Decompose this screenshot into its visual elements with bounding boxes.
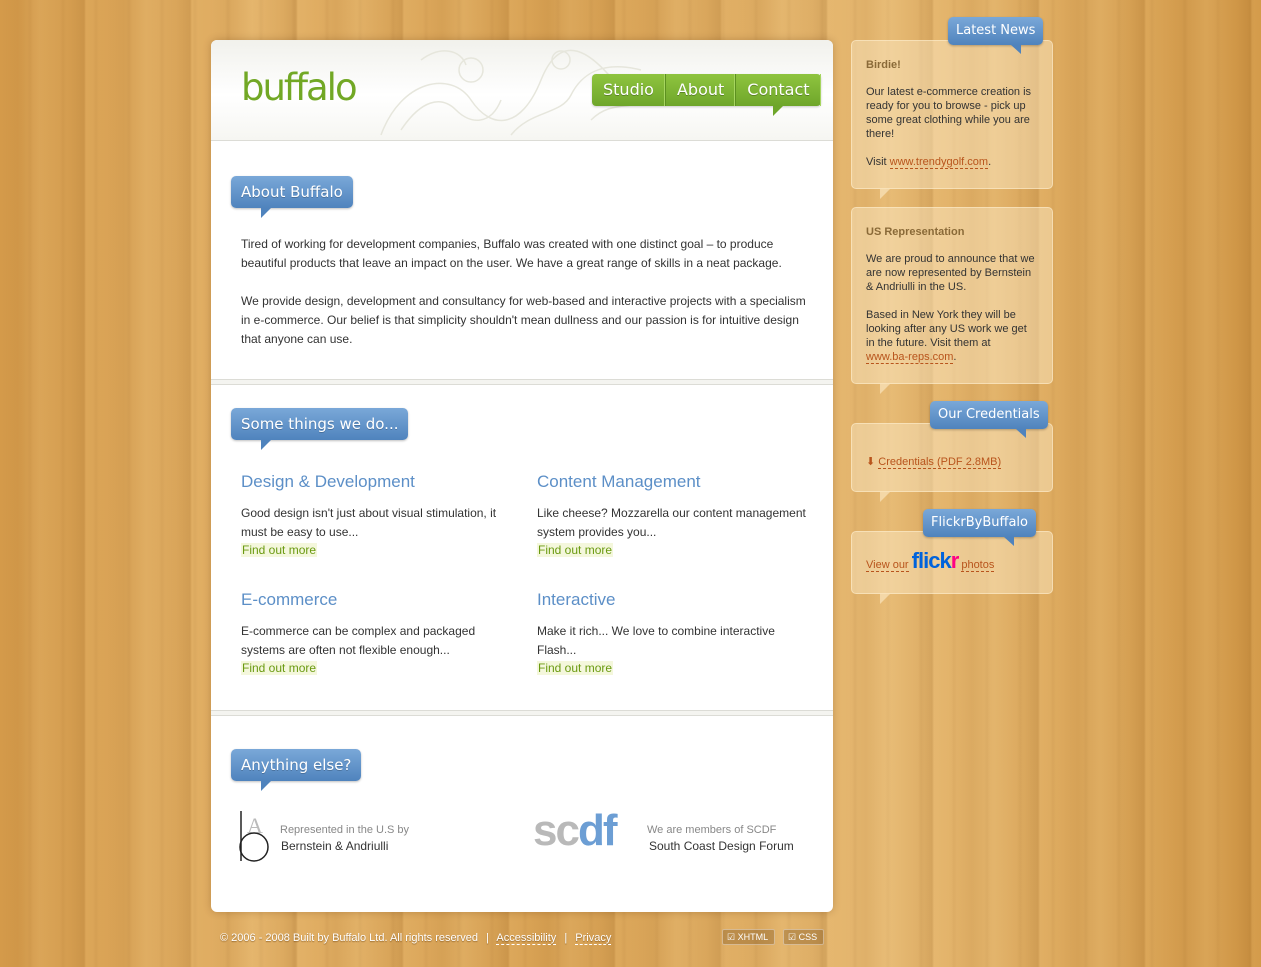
- else-heading-text: Anything else?: [241, 756, 352, 774]
- xhtml-valid-badge[interactable]: ☑ XHTML: [722, 929, 776, 945]
- services-heading-text: Some things we do...: [241, 415, 399, 433]
- flickr-card: View our flickr photos: [851, 531, 1053, 604]
- news-card: Birdie! Our latest e-commerce creation i…: [851, 40, 1053, 199]
- badge-tail: [1015, 429, 1026, 438]
- news-title: Birdie!: [866, 59, 901, 71]
- service-text-interactive: Make it rich... We love to combine inter…: [537, 624, 775, 657]
- about-heading-text: About Buffalo: [241, 183, 343, 201]
- service-title-design[interactable]: Design & Development: [241, 472, 415, 492]
- card-tail: [880, 189, 890, 199]
- view-our-link[interactable]: View our: [866, 559, 909, 572]
- find-out-more-interactive[interactable]: Find out more: [537, 661, 614, 675]
- check-icon: ☑: [727, 932, 738, 942]
- latest-news-label: Latest News: [956, 23, 1036, 38]
- news-text: Our latest e-commerce creation is ready …: [866, 86, 1032, 140]
- us-rep-card: US Representation We are proud to announ…: [851, 207, 1053, 394]
- css-label: CSS: [798, 932, 818, 942]
- scdf-name: South Coast Design Forum: [649, 839, 794, 853]
- news-visit-label: Visit: [866, 156, 890, 168]
- service-title-interactive[interactable]: Interactive: [537, 590, 615, 610]
- nav-contact[interactable]: Contact: [735, 74, 821, 106]
- card-tail: [880, 594, 890, 604]
- card-tail: [880, 492, 890, 502]
- news-visit: Visit www.trendygolf.com.: [866, 155, 1038, 169]
- css-valid-badge[interactable]: ☑ CSS: [783, 929, 825, 945]
- flickr-logo-a: flick: [911, 548, 952, 573]
- footer: © 2006 - 2008 Built by Buffalo Ltd. All …: [220, 932, 612, 945]
- services-heading: Some things we do...: [231, 408, 409, 450]
- us-rep-link-line: www.ba-reps.com.: [866, 350, 1038, 364]
- nav-studio[interactable]: Studio: [592, 74, 665, 106]
- ba-reps-link[interactable]: www.ba-reps.com: [866, 351, 954, 364]
- accessibility-link[interactable]: Accessibility: [496, 932, 557, 945]
- main-nav: Studio About Contact: [592, 74, 821, 116]
- flickr-badge: FlickrByBuffalo: [923, 509, 1036, 546]
- scdf-logo-df: df: [577, 806, 618, 855]
- footer-separator: |: [564, 932, 568, 944]
- badge-tail: [261, 781, 271, 791]
- find-out-more-design[interactable]: Find out more: [241, 543, 318, 557]
- ba-name: Bernstein & Andriulli: [281, 839, 389, 853]
- card-tail: [880, 384, 890, 394]
- service-text-cms: Like cheese? Mozzarella our content mana…: [537, 506, 806, 539]
- trendygolf-link[interactable]: www.trendygolf.com: [889, 156, 989, 169]
- credentials-badge: Our Credentials: [930, 401, 1048, 438]
- header: buffalo Studio About Contact: [211, 40, 833, 141]
- copyright: © 2006 - 2008 Built by Buffalo Ltd. All …: [220, 932, 478, 944]
- service-title-cms[interactable]: Content Management: [537, 472, 701, 492]
- badge-tail: [261, 208, 271, 218]
- else-heading: Anything else?: [231, 749, 362, 791]
- badge-tail: [261, 440, 271, 450]
- find-out-more-cms[interactable]: Find out more: [537, 543, 614, 557]
- flickr-logo-b: r: [950, 548, 960, 573]
- section-divider: [211, 710, 833, 716]
- scdf-caption: We are members of SCDF: [647, 824, 777, 836]
- service-text-design: Good design isn't just about visual stim…: [241, 506, 497, 539]
- download-icon: ⬇: [866, 456, 876, 468]
- credentials-link[interactable]: Credentials (PDF 2.8MB): [878, 456, 1002, 469]
- about-paragraph-2: We provide design, development and consu…: [241, 294, 806, 346]
- badge-tail: [1003, 537, 1014, 546]
- find-out-more-ecommerce[interactable]: Find out more: [241, 661, 318, 675]
- scdf-logo[interactable]: scdf: [533, 806, 618, 856]
- news-period: .: [988, 156, 992, 168]
- flickr-logo[interactable]: flickr: [911, 548, 960, 573]
- badge-tail: [1011, 45, 1022, 54]
- service-text-ecommerce: E-commerce can be complex and packaged s…: [241, 624, 476, 657]
- photos-link[interactable]: photos: [961, 559, 995, 572]
- about-paragraph-1: Tired of working for development compani…: [241, 237, 782, 270]
- flickr-badge-label: FlickrByBuffalo: [931, 515, 1028, 530]
- nav-about[interactable]: About: [664, 74, 736, 106]
- news-body: Birdie! Our latest e-commerce creation i…: [866, 59, 1038, 169]
- ba-logo[interactable]: A: [238, 809, 276, 869]
- ba-caption: Represented in the U.S by: [280, 824, 410, 836]
- about-heading: About Buffalo: [231, 176, 353, 218]
- credentials-line: ⬇ Credentials (PDF 2.8MB): [866, 455, 1002, 469]
- main-panel: buffalo Studio About Contact About Buffa…: [211, 40, 833, 912]
- scdf-logo-sc: sc: [533, 806, 580, 855]
- us-rep-text-2: Based in New York they will be looking a…: [866, 309, 1027, 349]
- us-rep-text-1: We are proud to announce that we are now…: [866, 253, 1035, 293]
- privacy-link[interactable]: Privacy: [575, 932, 612, 945]
- us-rep-body: US Representation We are proud to announ…: [866, 226, 1038, 364]
- flickr-line: View our flickr photos: [866, 550, 995, 572]
- xhtml-label: XHTML: [737, 932, 769, 942]
- latest-news-badge: Latest News: [948, 17, 1044, 54]
- nav-pointer: [773, 106, 783, 116]
- us-rep-period: .: [953, 351, 957, 363]
- service-title-ecommerce[interactable]: E-commerce: [241, 590, 337, 610]
- us-rep-title: US Representation: [866, 226, 965, 238]
- section-divider: [211, 379, 833, 385]
- credentials-label: Our Credentials: [938, 407, 1040, 422]
- logo[interactable]: buffalo: [241, 66, 358, 109]
- footer-separator: |: [486, 932, 489, 944]
- check-icon: ☑: [788, 932, 799, 942]
